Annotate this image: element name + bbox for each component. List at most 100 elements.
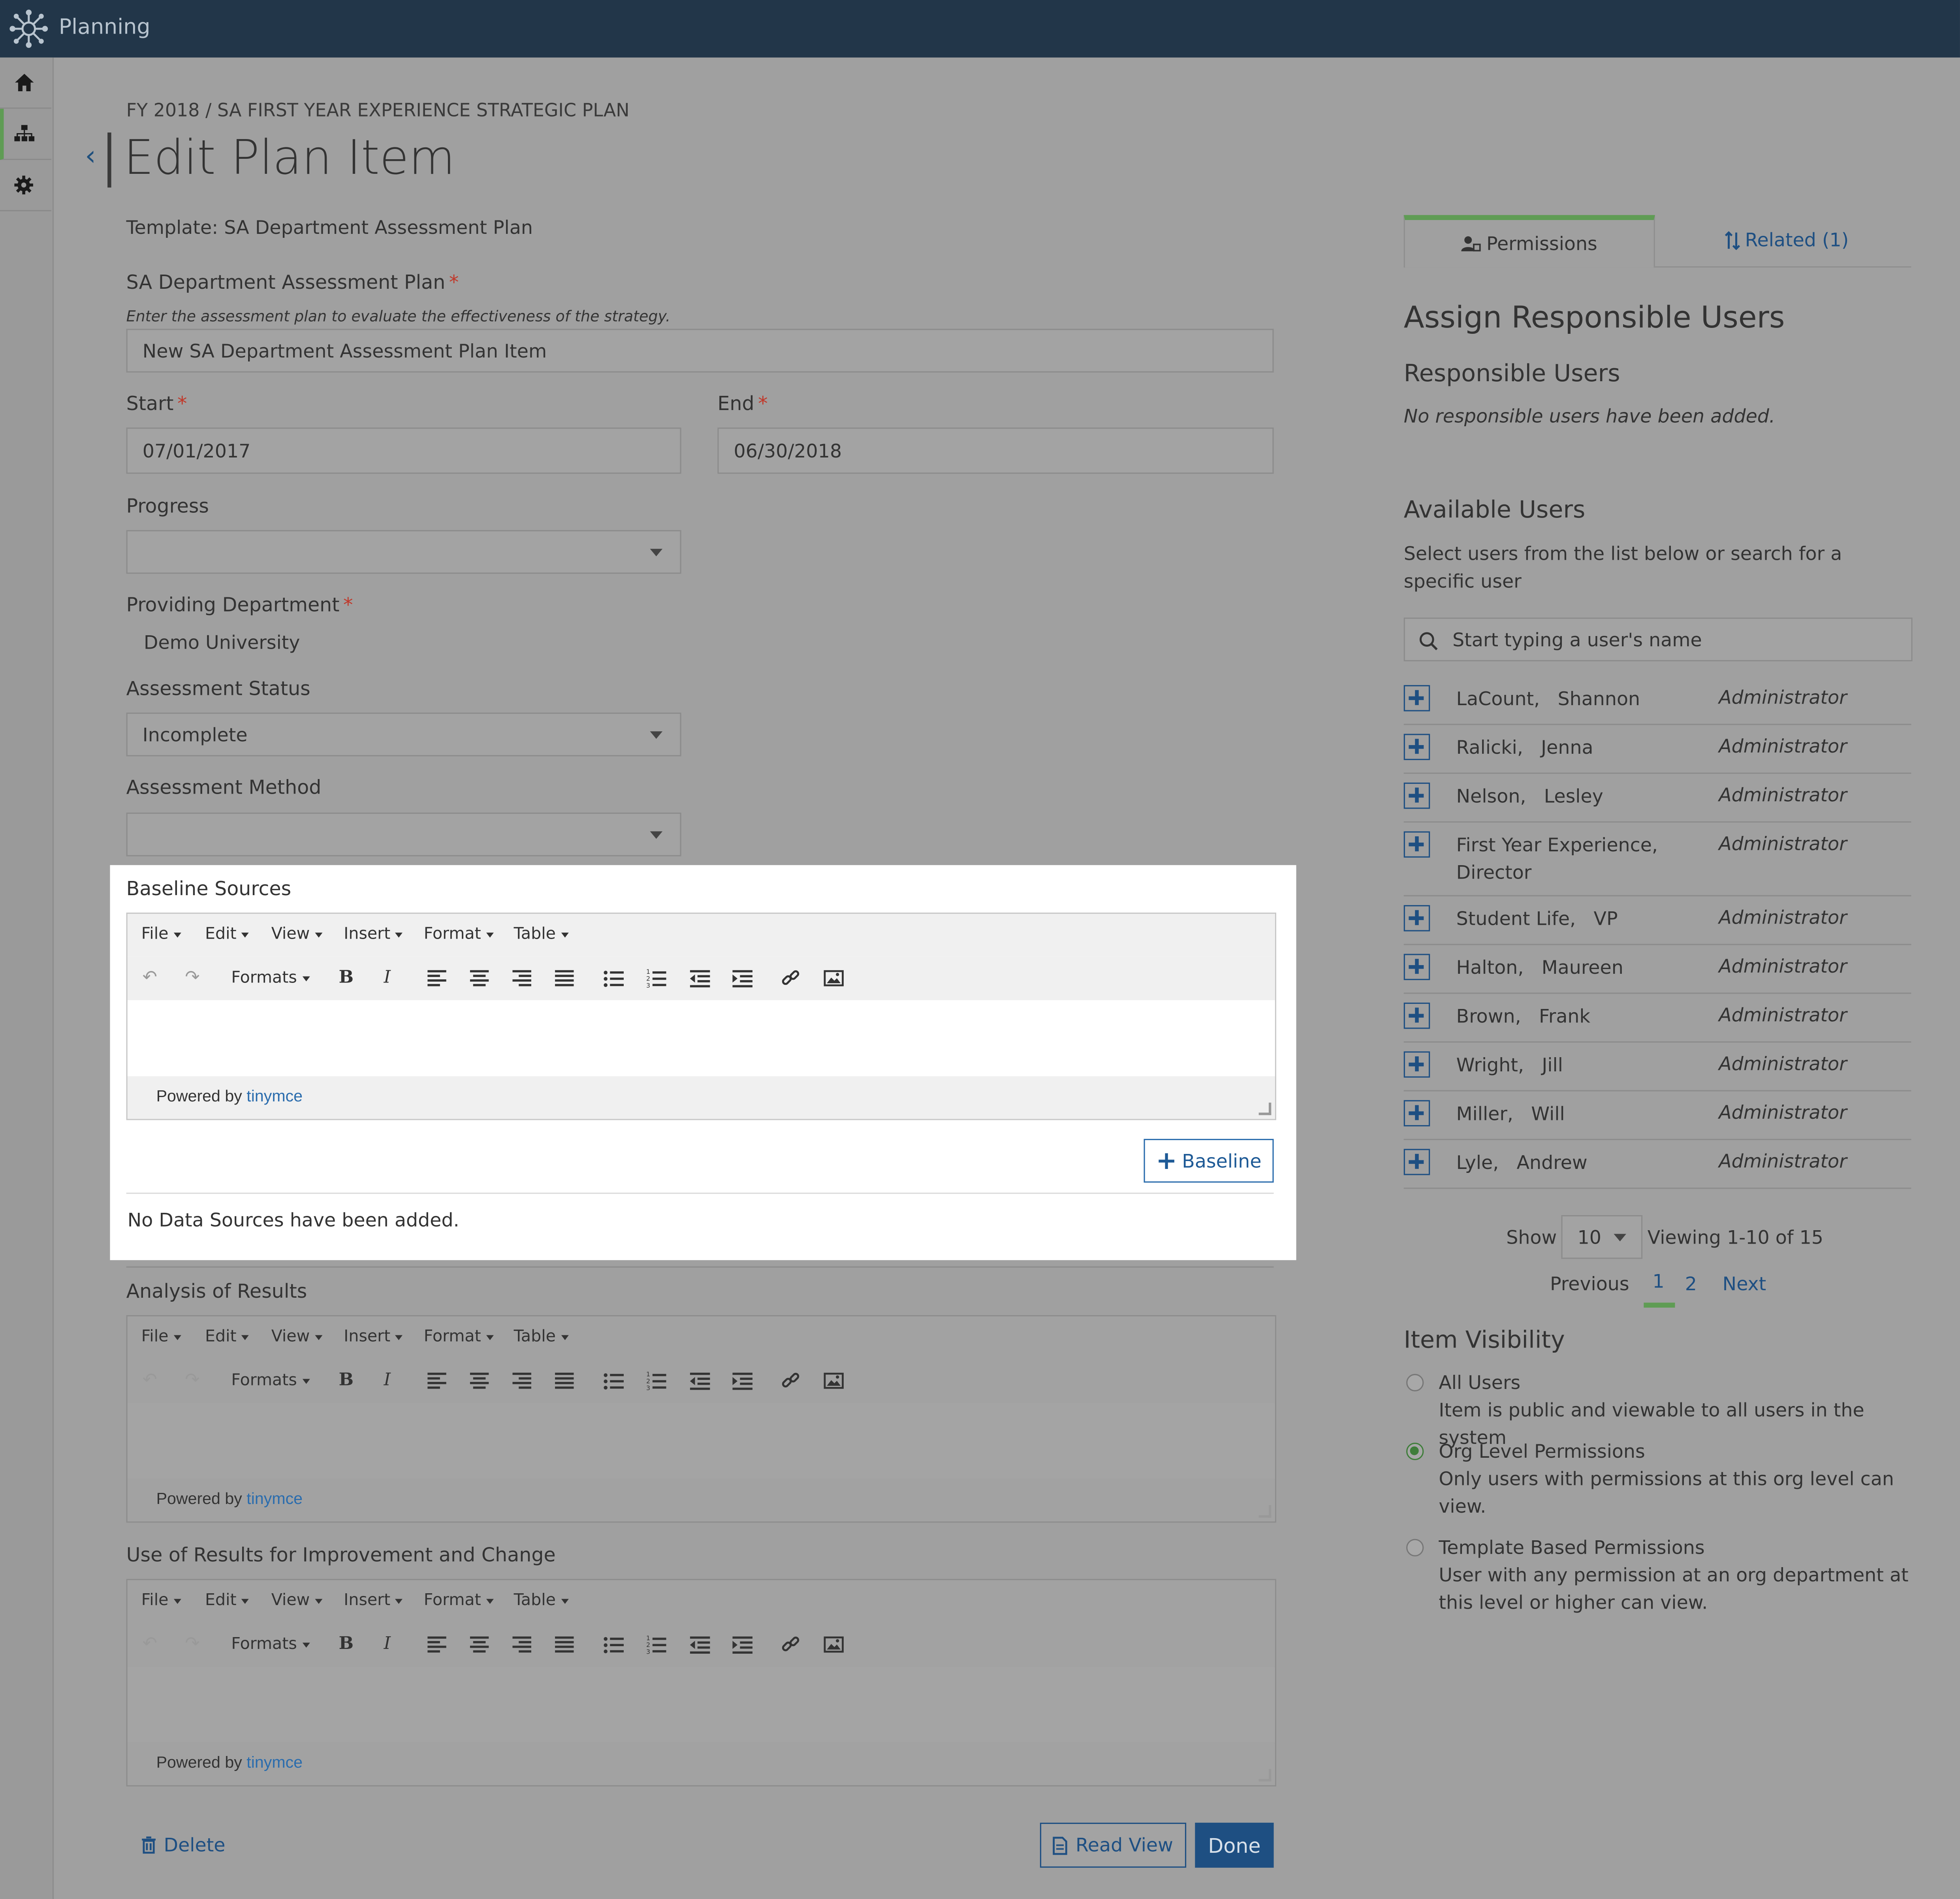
breadcrumb[interactable]: FY 2018 / SA FIRST YEAR EXPERIENCE STRAT… (126, 101, 630, 121)
tinymce-link[interactable]: tinymce (246, 1753, 303, 1771)
italic-icon[interactable]: I (384, 1634, 391, 1654)
formats-dropdown[interactable]: Formats (231, 1371, 310, 1390)
formats-dropdown[interactable]: Formats (231, 1635, 310, 1654)
editor-menu-insert[interactable]: Insert (344, 1328, 403, 1346)
image-icon[interactable] (824, 1372, 844, 1389)
align-right-icon[interactable] (512, 970, 532, 988)
bullet-list-icon[interactable] (604, 970, 624, 988)
user-search-input[interactable]: Start typing a user's name (1403, 617, 1913, 662)
visibility-radio[interactable] (1406, 1539, 1424, 1556)
tab-permissions[interactable]: Permissions (1403, 215, 1655, 268)
page-size-select[interactable]: 10 (1561, 1215, 1643, 1259)
align-left-icon[interactable] (427, 1372, 448, 1390)
visibility-option-label[interactable]: All Users (1439, 1371, 1520, 1394)
undo-icon[interactable]: ↶ (143, 1370, 157, 1390)
numbered-list-icon[interactable]: 123 (646, 1635, 666, 1654)
editor-menu-file[interactable]: File (141, 925, 181, 944)
status-select[interactable]: Incomplete (126, 712, 681, 757)
add-user-plus-icon[interactable] (1403, 685, 1430, 711)
add-user-plus-icon[interactable] (1403, 831, 1430, 858)
redo-icon[interactable]: ↷ (185, 1370, 199, 1390)
editor-menu-view[interactable]: View (271, 1591, 322, 1610)
editor-menu-format[interactable]: Format (424, 925, 494, 944)
tinymce-link[interactable]: tinymce (246, 1489, 303, 1508)
outdent-icon[interactable] (690, 1372, 710, 1390)
align-center-icon[interactable] (470, 1636, 490, 1654)
redo-icon[interactable]: ↷ (185, 1634, 199, 1654)
add-user-plus-icon[interactable] (1403, 954, 1430, 980)
chevron-left-icon[interactable]: ‹ (85, 141, 96, 173)
indent-icon[interactable] (732, 970, 753, 988)
numbered-list-icon[interactable]: 123 (646, 969, 666, 988)
align-left-icon[interactable] (427, 1636, 448, 1654)
align-justify-icon[interactable] (555, 1636, 575, 1654)
align-justify-icon[interactable] (555, 1372, 575, 1390)
editor-menu-edit[interactable]: Edit (205, 1328, 249, 1346)
add-user-plus-icon[interactable] (1403, 1149, 1430, 1175)
editor-menu-file[interactable]: File (141, 1591, 181, 1610)
bold-icon[interactable]: B (339, 967, 354, 988)
add-baseline-button[interactable]: + Baseline (1144, 1139, 1274, 1183)
delete-button[interactable]: Delete (141, 1834, 226, 1856)
add-user-plus-icon[interactable] (1403, 734, 1430, 760)
italic-icon[interactable]: I (384, 1370, 391, 1390)
editor-menu-format[interactable]: Format (424, 1328, 494, 1346)
progress-select[interactable] (126, 530, 681, 574)
redo-icon[interactable]: ↷ (185, 967, 199, 988)
pager-next[interactable]: Next (1723, 1272, 1766, 1295)
editor-menu-insert[interactable]: Insert (344, 925, 403, 944)
align-right-icon[interactable] (512, 1372, 532, 1390)
bold-icon[interactable]: B (339, 1370, 354, 1390)
sidebar-planning[interactable] (0, 109, 51, 160)
add-user-plus-icon[interactable] (1403, 905, 1430, 932)
undo-icon[interactable]: ↶ (143, 1634, 157, 1654)
visibility-radio[interactable] (1406, 1374, 1424, 1392)
add-user-plus-icon[interactable] (1403, 1002, 1430, 1029)
align-right-icon[interactable] (512, 1636, 532, 1654)
editor-menu-format[interactable]: Format (424, 1591, 494, 1610)
align-justify-icon[interactable] (555, 970, 575, 988)
done-button[interactable]: Done (1195, 1822, 1274, 1868)
outdent-icon[interactable] (690, 970, 710, 988)
bold-icon[interactable]: B (339, 1634, 354, 1654)
editor-content-area[interactable] (127, 1666, 1275, 1744)
outdent-icon[interactable] (690, 1636, 710, 1654)
resize-handle-icon[interactable] (1258, 1103, 1272, 1115)
add-user-plus-icon[interactable] (1403, 1051, 1430, 1078)
plan-name-input[interactable]: New SA Department Assessment Plan Item (126, 329, 1274, 373)
resize-handle-icon[interactable] (1258, 1769, 1272, 1782)
sidebar-home[interactable] (0, 58, 51, 109)
editor-menu-file[interactable]: File (141, 1328, 181, 1346)
indent-icon[interactable] (732, 1372, 753, 1390)
start-date-input[interactable]: 07/01/2017 (126, 427, 681, 474)
editor-content-area[interactable] (127, 1402, 1275, 1480)
editor-menu-view[interactable]: View (271, 925, 322, 944)
pager-page-1[interactable]: 1 (1652, 1270, 1664, 1293)
bullet-list-icon[interactable] (604, 1636, 624, 1654)
pager-page-2[interactable]: 2 (1685, 1272, 1697, 1295)
method-select[interactable] (126, 812, 681, 856)
visibility-option-label[interactable]: Org Level Permissions (1439, 1440, 1645, 1463)
numbered-list-icon[interactable]: 123 (646, 1371, 666, 1390)
editor-menu-table[interactable]: Table (514, 925, 568, 944)
read-view-button[interactable]: Read View (1040, 1822, 1187, 1868)
editor-menu-table[interactable]: Table (514, 1591, 568, 1610)
italic-icon[interactable]: I (384, 967, 391, 988)
indent-icon[interactable] (732, 1636, 753, 1654)
add-user-plus-icon[interactable] (1403, 1100, 1430, 1127)
network-logo-icon[interactable] (8, 8, 50, 50)
undo-icon[interactable]: ↶ (143, 967, 157, 988)
align-center-icon[interactable] (470, 1372, 490, 1390)
link-icon[interactable] (781, 1635, 800, 1654)
visibility-radio[interactable] (1406, 1442, 1424, 1460)
editor-menu-edit[interactable]: Edit (205, 925, 249, 944)
editor-menu-edit[interactable]: Edit (205, 1591, 249, 1610)
editor-menu-insert[interactable]: Insert (344, 1591, 403, 1610)
image-icon[interactable] (824, 1636, 844, 1653)
add-user-plus-icon[interactable] (1403, 782, 1430, 809)
sidebar-settings[interactable] (0, 160, 51, 211)
resize-handle-icon[interactable] (1258, 1505, 1272, 1518)
editor-menu-table[interactable]: Table (514, 1328, 568, 1346)
visibility-option-label[interactable]: Template Based Permissions (1439, 1536, 1704, 1559)
tab-related[interactable]: Related (1) (1663, 215, 1911, 265)
